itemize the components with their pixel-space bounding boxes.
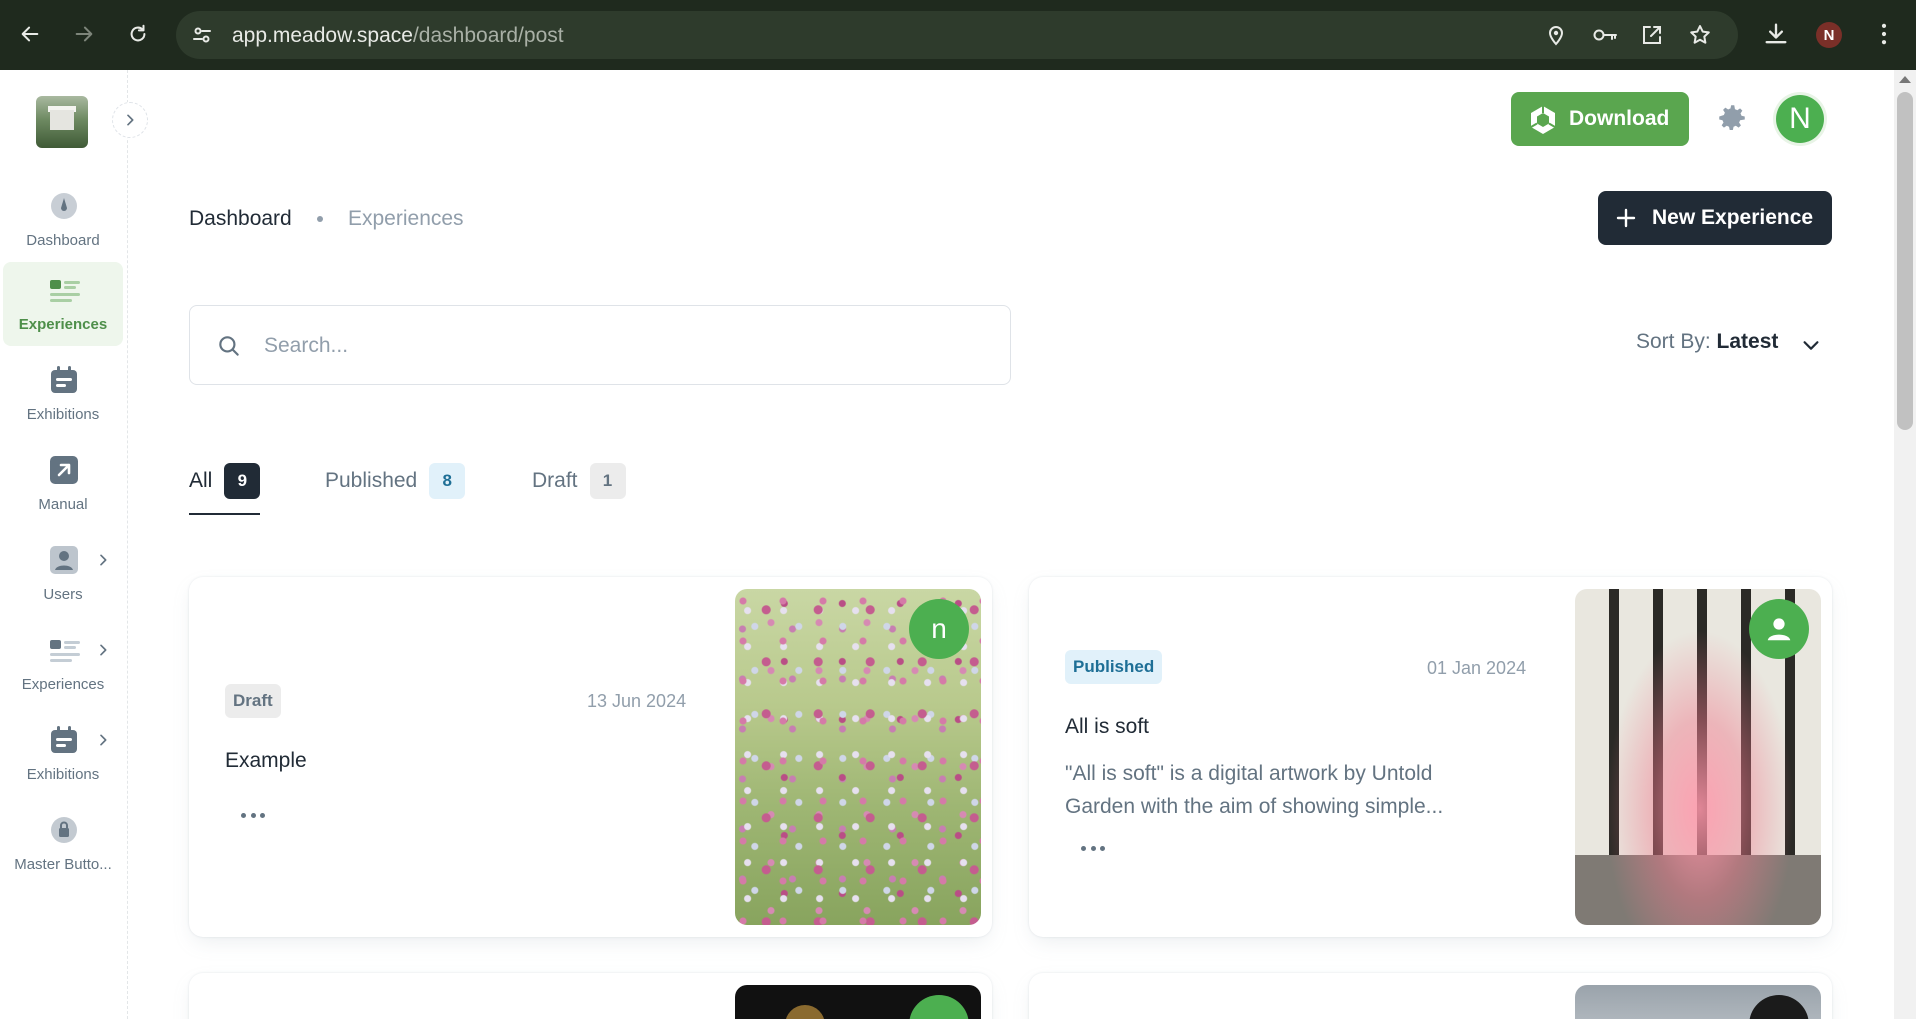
status-badge: Draft bbox=[225, 684, 281, 718]
sidebar-item-master-button[interactable]: Master Butto... bbox=[3, 802, 123, 886]
sidebar-item-experiences-group[interactable]: Experiences bbox=[3, 622, 123, 706]
breadcrumb-current: Experiences bbox=[348, 207, 464, 230]
unity-logo-icon bbox=[1527, 104, 1559, 136]
experience-card[interactable]: Published 01 Jan 2024 All is soft "All i… bbox=[1029, 577, 1832, 937]
sidebar-item-manual[interactable]: Manual bbox=[3, 442, 123, 526]
tab-label: Draft bbox=[532, 469, 578, 492]
calendar-icon bbox=[50, 366, 78, 394]
bookmark-star-icon[interactable] bbox=[1688, 23, 1712, 47]
url-text: app.meadow.space/dashboard/post bbox=[232, 24, 564, 48]
chevron-right-icon bbox=[95, 552, 111, 568]
new-experience-label: New Experience bbox=[1652, 206, 1814, 229]
downloads-icon[interactable] bbox=[1762, 20, 1790, 48]
lock-icon bbox=[50, 816, 78, 844]
sidebar-item-dashboard[interactable]: Dashboard bbox=[3, 178, 123, 262]
card-thumbnail[interactable] bbox=[1575, 589, 1821, 925]
card-description: "All is soft" is a digital artwork by Un… bbox=[1065, 762, 1444, 818]
status-badge: Published bbox=[1065, 650, 1163, 684]
author-avatar: n bbox=[909, 599, 969, 659]
breadcrumb-separator bbox=[317, 216, 323, 222]
back-icon[interactable] bbox=[14, 18, 46, 50]
author-avatar bbox=[1749, 599, 1809, 659]
list-icon bbox=[50, 276, 80, 304]
scrollbar-thumb[interactable] bbox=[1897, 92, 1913, 430]
tab-all[interactable]: All 9 bbox=[189, 463, 261, 515]
card-thumbnail[interactable]: n bbox=[735, 589, 981, 925]
app-logo[interactable] bbox=[36, 96, 88, 148]
sort-dropdown[interactable]: Sort By: Latest bbox=[1636, 330, 1778, 354]
new-experience-button[interactable]: New Experience bbox=[1598, 191, 1832, 245]
sidebar-item-exhibitions-group[interactable]: Exhibitions bbox=[3, 712, 123, 796]
calendar-icon bbox=[50, 726, 78, 754]
download-button-label: Download bbox=[1569, 107, 1670, 130]
user-avatar[interactable]: N bbox=[1776, 95, 1824, 143]
reload-icon[interactable] bbox=[122, 18, 154, 50]
forward-icon[interactable] bbox=[68, 18, 100, 50]
experience-card[interactable]: Draft 13 Jun 2024 Example n bbox=[189, 577, 992, 937]
more-options-icon[interactable] bbox=[1075, 836, 1111, 860]
scroll-up-arrow-icon[interactable] bbox=[1899, 76, 1911, 83]
plus-icon bbox=[1614, 206, 1638, 230]
experience-card[interactable] bbox=[1029, 973, 1832, 1019]
sidebar: Dashboard Experiences Exhibitions Manual… bbox=[0, 70, 148, 1019]
sidebar-item-exhibitions[interactable]: Exhibitions bbox=[3, 352, 123, 436]
card-date: 01 Jan 2024 bbox=[1427, 658, 1527, 678]
sidebar-item-label: Experiences bbox=[18, 316, 108, 333]
card-thumbnail[interactable] bbox=[1575, 985, 1821, 1019]
download-button[interactable]: Download bbox=[1511, 92, 1689, 146]
password-key-icon[interactable] bbox=[1592, 23, 1617, 47]
sidebar-item-label: Manual bbox=[38, 496, 88, 513]
tab-draft[interactable]: Draft 1 bbox=[532, 463, 626, 515]
search-input[interactable] bbox=[264, 328, 964, 364]
search-icon bbox=[216, 333, 242, 359]
sidebar-item-experiences[interactable]: Experiences bbox=[3, 262, 123, 346]
tab-count-badge: 9 bbox=[224, 463, 261, 499]
person-icon bbox=[1767, 618, 1791, 641]
sort-value: Latest bbox=[1716, 330, 1779, 353]
tab-count-badge: 1 bbox=[589, 463, 626, 499]
sidebar-item-label: Users bbox=[43, 586, 83, 603]
settings-gear-icon[interactable] bbox=[1715, 101, 1749, 135]
sidebar-item-label: Experiences bbox=[21, 676, 105, 693]
browser-menu-icon[interactable] bbox=[1870, 20, 1898, 48]
location-icon[interactable] bbox=[1544, 23, 1568, 47]
tab-published[interactable]: Published 8 bbox=[325, 463, 466, 515]
card-date: 13 Jun 2024 bbox=[587, 691, 687, 711]
breadcrumb-dashboard[interactable]: Dashboard bbox=[189, 207, 292, 231]
chevron-right-icon bbox=[95, 732, 111, 748]
site-settings-icon[interactable] bbox=[190, 23, 214, 47]
tab-count-badge: 8 bbox=[429, 463, 466, 499]
card-title: Example bbox=[225, 749, 307, 772]
user-icon bbox=[50, 546, 78, 574]
chevron-right-icon bbox=[127, 114, 134, 126]
tab-label: All bbox=[189, 469, 213, 492]
card-title: All is soft bbox=[1065, 715, 1150, 738]
browser-profile-avatar[interactable]: N bbox=[1816, 22, 1842, 48]
sidebar-item-label: Exhibitions bbox=[26, 766, 100, 783]
list-icon bbox=[50, 636, 80, 664]
address-bar[interactable]: app.meadow.space/dashboard/post bbox=[176, 11, 1738, 59]
chevron-down-icon[interactable] bbox=[1800, 334, 1822, 356]
more-options-icon[interactable] bbox=[235, 803, 271, 827]
browser-toolbar: app.meadow.space/dashboard/post N bbox=[0, 0, 1916, 70]
url-host: app.meadow.space bbox=[232, 24, 413, 47]
url-path: /dashboard/post bbox=[412, 24, 564, 47]
external-link-icon bbox=[50, 456, 78, 484]
chevron-right-icon bbox=[95, 642, 111, 658]
experience-card[interactable] bbox=[189, 973, 992, 1019]
sidebar-item-label: Dashboard bbox=[26, 232, 100, 249]
gauge-icon bbox=[50, 192, 78, 220]
sidebar-item-users[interactable]: Users bbox=[3, 532, 123, 616]
sidebar-item-label: Master Butto... bbox=[14, 856, 112, 873]
card-thumbnail[interactable] bbox=[735, 985, 981, 1019]
sort-label: Sort By: bbox=[1636, 330, 1711, 353]
sidebar-item-label: Exhibitions bbox=[26, 406, 100, 423]
search-box bbox=[189, 305, 1011, 385]
sidebar-collapse-button[interactable] bbox=[112, 102, 148, 138]
open-in-app-icon[interactable] bbox=[1640, 23, 1664, 47]
tab-label: Published bbox=[325, 469, 418, 492]
